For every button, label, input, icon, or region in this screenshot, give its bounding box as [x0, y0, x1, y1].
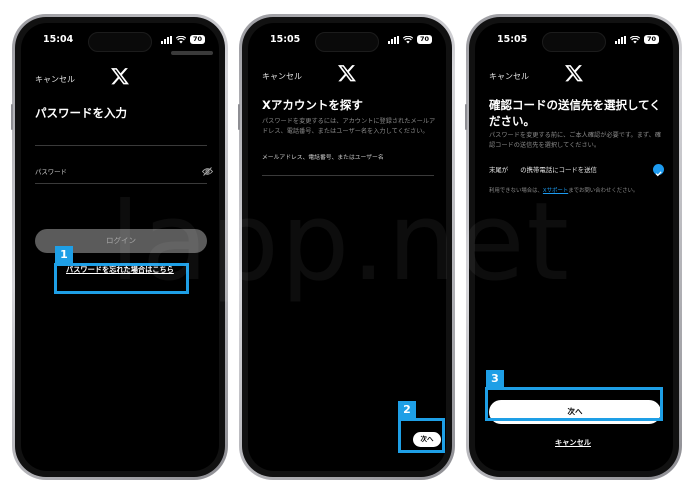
status-bar: 15:04 70 — [21, 34, 219, 48]
step-3-highlight — [485, 387, 663, 421]
wifi-icon — [402, 35, 413, 43]
page-description: パスワードを変更するには、アカウントに登録されたメールアドレス、電話番号、または… — [262, 118, 436, 135]
volume-button — [465, 104, 467, 130]
help-suffix: までお問い合わせください。 — [568, 188, 639, 194]
step-2-badge: 2 — [398, 401, 416, 419]
account-input-label: メールアドレス、電話番号、またはユーザー名 — [262, 155, 384, 161]
eye-off-icon[interactable] — [202, 167, 213, 176]
cancel-button[interactable]: キャンセル — [262, 71, 302, 82]
volume-button — [238, 104, 240, 130]
page-title: パスワードを入力 — [35, 106, 127, 120]
sms-option[interactable]: 末尾が の携帯電話にコードを送信 — [489, 163, 665, 177]
page-title: Xアカウントを探す — [262, 98, 363, 112]
signal-icon — [387, 35, 399, 44]
status-time: 15:05 — [270, 34, 301, 45]
wifi-icon — [629, 35, 640, 43]
username-field[interactable] — [35, 145, 207, 146]
step-1-badge: 1 — [55, 246, 73, 264]
battery-icon: 70 — [643, 35, 659, 44]
step-2-highlight — [398, 418, 445, 453]
battery-icon: 70 — [416, 35, 432, 44]
status-time: 15:04 — [43, 34, 74, 45]
background-sheet-edge — [171, 51, 213, 55]
account-input[interactable] — [262, 175, 434, 176]
x-logo-icon — [111, 68, 129, 85]
x-logo-icon — [338, 65, 356, 82]
page-description: パスワードを変更する前に、ご本人確認が必要です。まず、確認コードの送信先を選択し… — [489, 132, 662, 149]
watermark: lapp.net — [110, 180, 571, 305]
volume-button — [11, 104, 13, 130]
cancel-button[interactable]: キャンセル — [489, 71, 529, 82]
sms-option-prefix: 末尾が — [489, 166, 509, 174]
step-3-badge: 3 — [486, 370, 504, 388]
status-time: 15:05 — [497, 34, 528, 45]
cancel-link[interactable]: キャンセル — [555, 438, 591, 448]
status-bar: 15:05 70 — [475, 34, 673, 48]
page-title: 確認コードの送信先を選択してください。 — [489, 98, 661, 128]
signal-icon — [614, 35, 626, 44]
password-field-label: パスワード — [35, 168, 67, 176]
signal-icon — [160, 35, 172, 44]
battery-icon: 70 — [189, 35, 205, 44]
x-logo-icon — [565, 65, 583, 82]
sms-option-label: の携帯電話にコードを送信 — [520, 166, 597, 174]
cancel-button[interactable]: キャンセル — [35, 74, 75, 85]
wifi-icon — [175, 35, 186, 43]
status-bar: 15:05 70 — [248, 34, 446, 48]
check-icon[interactable] — [653, 164, 664, 177]
